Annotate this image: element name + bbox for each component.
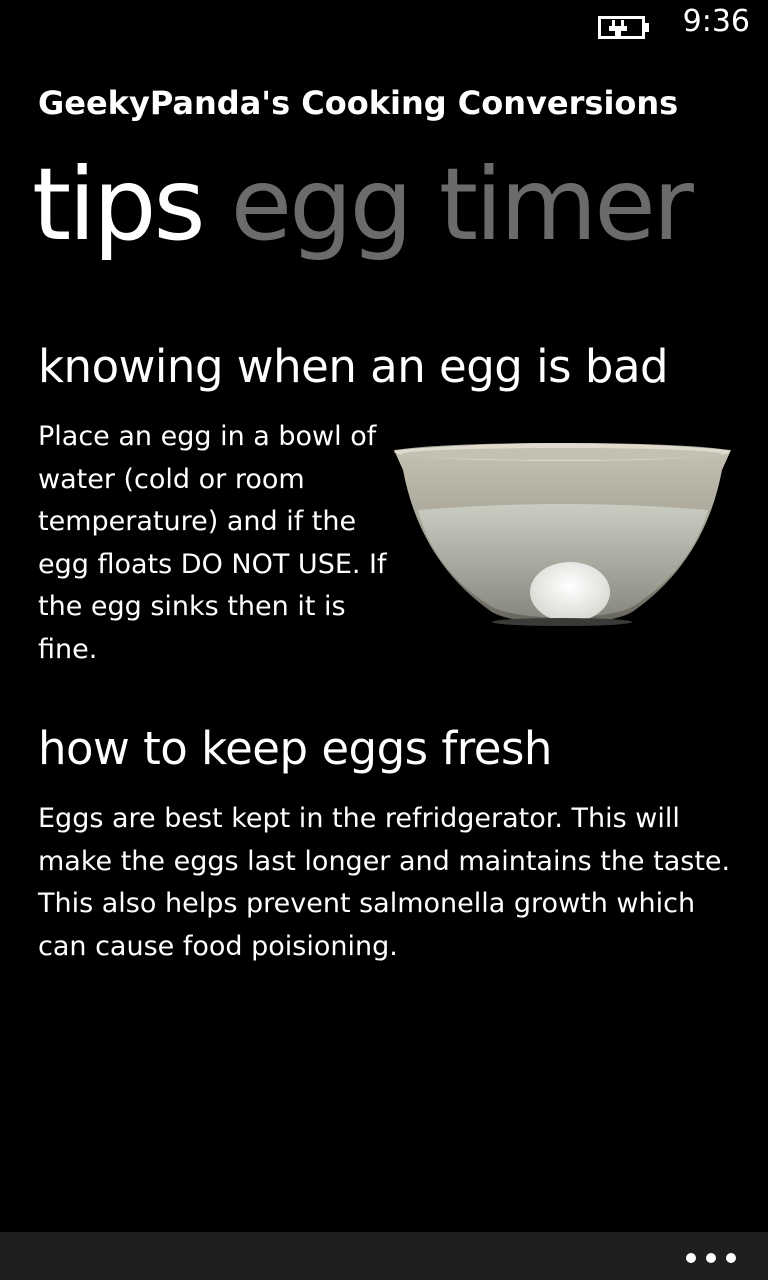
pivot-header: tips egg timer [32,145,694,265]
application-bar [0,1232,768,1280]
pivot-item-egg-timer[interactable]: egg timer [231,145,694,265]
section-heading: knowing when an egg is bad [38,340,669,393]
section-body: Place an egg in a bowl of water (cold or… [38,421,387,665]
section-heading: how to keep eggs fresh [38,722,552,775]
app-title: GeekyPanda's Cooking Conversions [38,84,679,122]
section-body: Eggs are best kept in the refridgerator.… [38,803,731,962]
status-bar: 9:36 [0,0,768,48]
clock: 9:36 [682,4,750,39]
pivot-item-tips[interactable]: tips [32,145,206,265]
more-button[interactable] [686,1240,738,1272]
battery-charging-icon [598,16,649,39]
bowl-of-water-with-egg-image [394,443,731,626]
